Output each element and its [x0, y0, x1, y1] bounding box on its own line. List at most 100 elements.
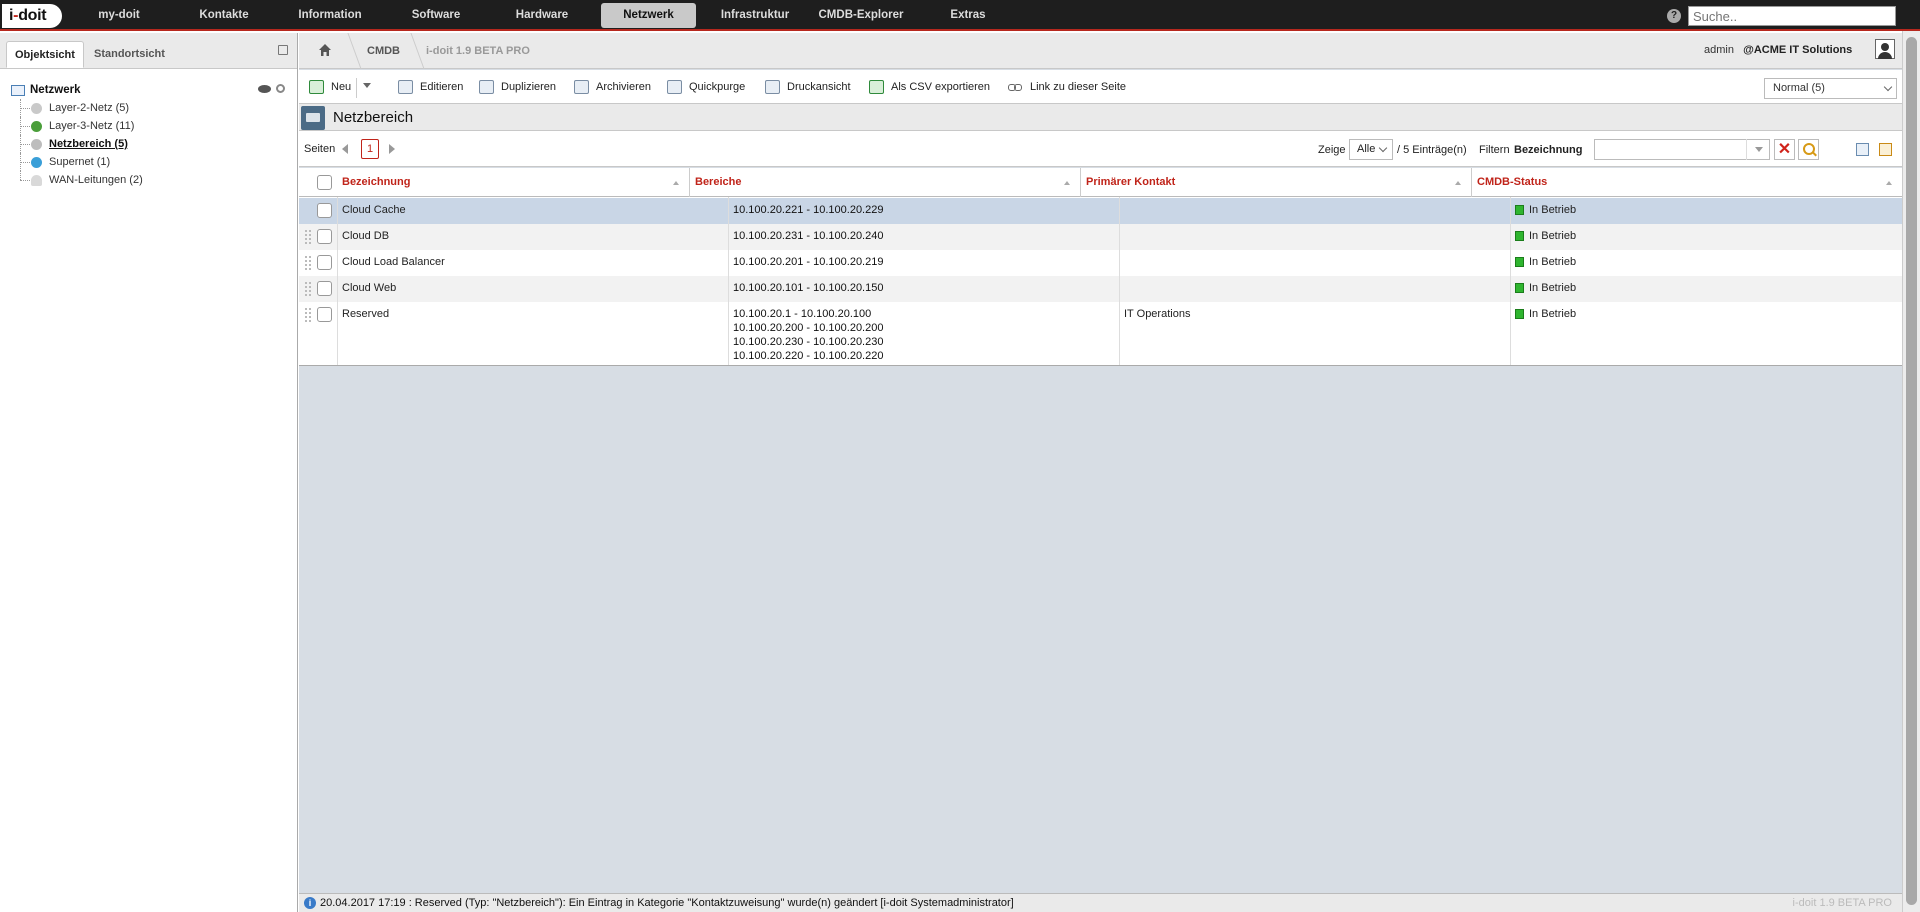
- action-toolbar: Neu Editieren Duplizieren Archivieren Qu…: [299, 70, 1902, 104]
- tree-item-layer2[interactable]: Layer-2-Netz (5): [0, 99, 297, 117]
- magnifier-icon[interactable]: [276, 84, 285, 93]
- cell-bezeichnung[interactable]: Cloud DB: [342, 229, 389, 243]
- column-header-primaerer-kontakt[interactable]: Primärer Kontakt: [1081, 168, 1472, 197]
- edit-button[interactable]: Editieren: [398, 79, 463, 97]
- nav-netzwerk[interactable]: Netzwerk: [601, 3, 696, 28]
- list-view-icon[interactable]: [1856, 143, 1869, 156]
- new-label: Neu: [331, 81, 352, 93]
- tree-root-netzwerk[interactable]: Netzwerk: [0, 81, 297, 99]
- table-row[interactable]: Cloud Web 10.100.20.101 - 10.100.20.150 …: [299, 276, 1902, 302]
- filter-search-icon[interactable]: [1798, 139, 1819, 160]
- search-input[interactable]: [1688, 6, 1896, 26]
- tab-standortsicht[interactable]: Standortsicht: [86, 41, 173, 68]
- help-icon[interactable]: ?: [1667, 9, 1681, 23]
- current-page-button[interactable]: 1: [361, 139, 379, 159]
- nav-information[interactable]: Information: [290, 3, 370, 28]
- tree-item-supernet[interactable]: Supernet (1): [0, 153, 297, 171]
- home-icon[interactable]: [319, 44, 331, 56]
- column-label: Primärer Kontakt: [1086, 176, 1176, 188]
- print-icon: [765, 80, 780, 94]
- page-link-button[interactable]: Link zu dieser Seite: [1008, 79, 1126, 97]
- nav-extras[interactable]: Extras: [928, 3, 1008, 28]
- nav-kontakte[interactable]: Kontakte: [184, 3, 264, 28]
- vertical-scrollbar[interactable]: [1902, 31, 1920, 912]
- edit-list-icon[interactable]: [1879, 143, 1892, 156]
- filter-dropdown-icon[interactable]: [1746, 139, 1770, 160]
- nav-infrastruktur[interactable]: Infrastruktur: [715, 3, 795, 28]
- eye-icon[interactable]: [258, 85, 271, 93]
- column-divider: [337, 197, 338, 365]
- select-all-checkbox[interactable]: [317, 175, 332, 190]
- tenant-name: @ACME IT Solutions: [1743, 44, 1853, 56]
- table-row[interactable]: Cloud DB 10.100.20.231 - 10.100.20.240 I…: [299, 224, 1902, 250]
- print-label: Druckansicht: [787, 81, 851, 93]
- drag-handle[interactable]: [305, 282, 311, 296]
- table-row[interactable]: Reserved 10.100.20.1 - 10.100.20.100 10.…: [299, 302, 1902, 365]
- status-indicator: [1515, 283, 1524, 293]
- rows-per-page-select[interactable]: Alle: [1349, 139, 1393, 160]
- archive-label: Archivieren: [596, 81, 652, 93]
- drag-handle[interactable]: [305, 256, 311, 270]
- sort-icon: [1455, 181, 1461, 185]
- cell-status: In Betrieb: [1529, 282, 1577, 294]
- quickpurge-button[interactable]: Quickpurge: [667, 79, 745, 97]
- status-indicator: [1515, 309, 1524, 319]
- duplicate-icon: [479, 80, 494, 94]
- cell-kontakt[interactable]: IT Operations: [1124, 307, 1190, 321]
- i-doit-logo[interactable]: i-doit: [2, 4, 62, 28]
- cloud-icon: [31, 175, 42, 186]
- row-checkbox[interactable]: [317, 229, 332, 244]
- tree-item-label: Layer-3-Netz (11): [49, 120, 135, 132]
- tree-item-layer3[interactable]: Layer-3-Netz (11): [0, 117, 297, 135]
- nav-cmdb-explorer[interactable]: CMDB-Explorer: [816, 3, 906, 28]
- cell-bezeichnung[interactable]: Cloud Cache: [342, 203, 406, 217]
- nav-hardware[interactable]: Hardware: [502, 3, 582, 28]
- edit-label: Editieren: [420, 81, 464, 93]
- archive-button[interactable]: Archivieren: [574, 79, 651, 97]
- cell-bezeichnung[interactable]: Cloud Load Balancer: [342, 255, 445, 269]
- popout-icon[interactable]: [278, 45, 288, 55]
- row-checkbox[interactable]: [317, 255, 332, 270]
- column-header-bereiche[interactable]: Bereiche: [690, 168, 1081, 197]
- tab-objektsicht[interactable]: Objektsicht: [6, 41, 84, 68]
- row-checkbox[interactable]: [317, 203, 332, 218]
- tree-item-wan[interactable]: WAN-Leitungen (2): [0, 171, 297, 189]
- cell-bereiche: 10.100.20.201 - 10.100.20.219: [733, 256, 884, 268]
- nav-my-doit[interactable]: my-doit: [80, 3, 158, 28]
- new-button[interactable]: Neu: [309, 79, 351, 97]
- row-checkbox[interactable]: [317, 281, 332, 296]
- tree-item-netzbereich[interactable]: Netzbereich (5): [0, 135, 297, 153]
- status-indicator: [1515, 257, 1524, 267]
- row-checkbox[interactable]: [317, 307, 332, 322]
- cell-status: In Betrieb: [1529, 204, 1577, 216]
- scrollbar-thumb[interactable]: [1906, 37, 1917, 905]
- drag-handle[interactable]: [305, 230, 311, 244]
- column-label: Bezeichnung: [342, 176, 411, 188]
- cell-bezeichnung[interactable]: Reserved: [342, 307, 389, 321]
- ip-range: 10.100.20.1 - 10.100.20.100: [733, 308, 872, 320]
- table-row[interactable]: Cloud Load Balancer 10.100.20.201 - 10.1…: [299, 250, 1902, 276]
- filter-field-label[interactable]: Bezeichnung: [1514, 144, 1582, 156]
- duplicate-button[interactable]: Duplizieren: [479, 79, 556, 97]
- table-row[interactable]: Cloud Cache 10.100.20.221 - 10.100.20.22…: [299, 198, 1902, 224]
- cell-status: In Betrieb: [1529, 308, 1577, 320]
- crumb-version: i-doit 1.9 BETA PRO: [426, 45, 530, 57]
- list-controls: Seiten 1 Zeige Alle / 5 Einträge(n) Filt…: [299, 131, 1902, 167]
- drag-handle[interactable]: [305, 308, 311, 322]
- nav-software[interactable]: Software: [396, 3, 476, 28]
- new-dropdown-icon[interactable]: [363, 83, 371, 88]
- filter-input[interactable]: [1594, 139, 1770, 160]
- print-button[interactable]: Druckansicht: [765, 79, 851, 97]
- ip-range: 10.100.20.200 - 10.100.20.200: [733, 322, 884, 334]
- csv-export-button[interactable]: Als CSV exportieren: [869, 79, 990, 97]
- column-header-bezeichnung[interactable]: Bezeichnung: [337, 168, 690, 197]
- prev-page-icon[interactable]: [342, 144, 348, 154]
- cell-bezeichnung[interactable]: Cloud Web: [342, 281, 396, 295]
- avatar-icon[interactable]: [1875, 39, 1895, 59]
- status-message: 20.04.2017 17:19 : Reserved (Typ: "Netzb…: [320, 897, 1014, 909]
- next-page-icon[interactable]: [389, 144, 395, 154]
- clear-filter-icon[interactable]: ✕: [1774, 139, 1795, 160]
- crumb-cmdb[interactable]: CMDB: [367, 45, 400, 57]
- view-select[interactable]: Normal (5): [1764, 78, 1897, 99]
- column-header-cmdb-status[interactable]: CMDB-Status: [1472, 168, 1902, 197]
